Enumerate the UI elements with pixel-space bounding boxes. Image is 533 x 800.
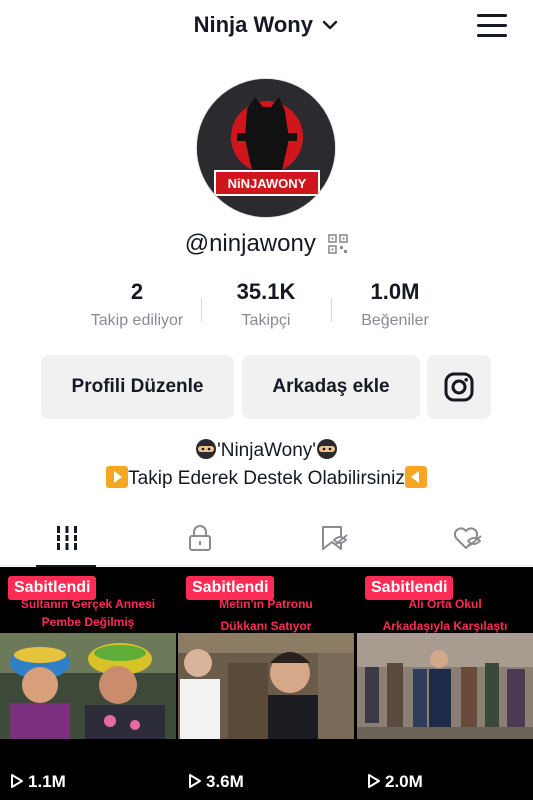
play-icon [11,774,23,788]
video-thumbnail [0,633,176,739]
video-caption: Metin'in Patronu [219,597,313,611]
bio: 'NinjaWony' Takip Ederek Destek Olabilir… [0,437,533,493]
instagram-icon [444,372,474,402]
video-caption: Sultanın Gerçek Annesi [20,597,156,611]
ninja-logo-icon: NiNJAWONY [197,79,335,217]
tab-saved[interactable] [266,512,399,566]
reverse-button-emoji-icon [404,466,427,488]
video-thumbnail [178,633,354,739]
profile-tabs [0,512,533,567]
add-friend-button[interactable]: Arkadaş ekle [242,355,420,419]
video-caption: Pembe Değilmiş [41,615,135,629]
bio-text-2: Takip Ederek Destek Olabilirsiniz [128,468,405,489]
view-count-value: 1.1M [28,772,66,791]
username-row: @ninjawony [0,230,533,258]
video-grid: Sabitlendi Sultanın Gerçek Annesi Pembe … [0,567,533,800]
following-stat[interactable]: 2 Takip ediliyor [67,278,207,330]
view-count-value: 2.0M [385,772,423,791]
likes-count: 1.0M [370,279,420,304]
view-count: 3.6M [188,772,244,792]
video-caption: Ali Orta Okul [408,597,482,611]
following-label: Takip ediliyor [90,312,184,329]
video-tile[interactable]: Sabitlendi Ali Orta Okul Arkadaşıyla Kar… [357,567,533,800]
followers-label: Takipçi [241,312,291,329]
username: @ninjawony [184,230,316,257]
edit-profile-button[interactable]: Profili Düzenle [41,355,234,419]
play-button-emoji-icon [106,466,129,488]
view-count-value: 3.6M [206,772,244,791]
play-icon [368,774,380,788]
account-switcher[interactable]: Ninja Wony [0,12,533,38]
video-caption: Arkadaşıyla Karşılaştı [382,619,508,633]
bookmark-icon [322,526,348,550]
video-tile[interactable]: Sabitlendi Metin'in Patronu Dükkanı Satı… [178,567,354,800]
view-count: 1.1M [10,772,66,792]
lock-icon [189,525,211,551]
profile-title[interactable]: Ninja Wony [194,12,313,38]
video-tile[interactable]: Sabitlendi Sultanın Gerçek Annesi Pembe … [0,567,176,800]
followers-stat[interactable]: 35.1K Takipçi [196,278,336,330]
followers-count: 35.1K [236,279,296,304]
hamburger-menu-icon[interactable] [477,14,507,38]
play-icon [189,774,201,788]
avatar[interactable]: NiNJAWONY [196,78,336,218]
chevron-down-icon[interactable] [321,18,339,32]
bio-line-2: Takip Ederek Destek Olabilirsiniz [0,465,533,493]
videos-grid-icon [54,526,80,550]
qr-code-icon[interactable] [328,234,349,254]
ninja-emoji-icon [316,439,337,459]
instagram-button[interactable] [427,355,491,419]
bio-line-1: 'NinjaWony' [0,437,533,465]
svg-text:NiNJAWONY: NiNJAWONY [228,176,307,191]
ninja-emoji-icon [196,439,217,459]
video-caption: Dükkanı Satıyor [220,619,312,633]
likes-label: Beğeniler [361,312,429,329]
view-count: 2.0M [367,772,423,792]
tab-liked[interactable] [399,512,532,566]
tab-private[interactable] [133,512,266,566]
tab-videos[interactable] [0,512,133,567]
profile-stats: 2 Takip ediliyor 35.1K Takipçi 1.0M Beğe… [0,278,533,338]
following-count: 2 [130,279,144,304]
top-bar: Ninja Wony [0,0,533,56]
video-thumbnail [357,633,533,739]
likes-stat[interactable]: 1.0M Beğeniler [325,278,465,330]
bio-text-1: 'NinjaWony' [217,440,316,461]
liked-heart-icon [453,527,482,549]
